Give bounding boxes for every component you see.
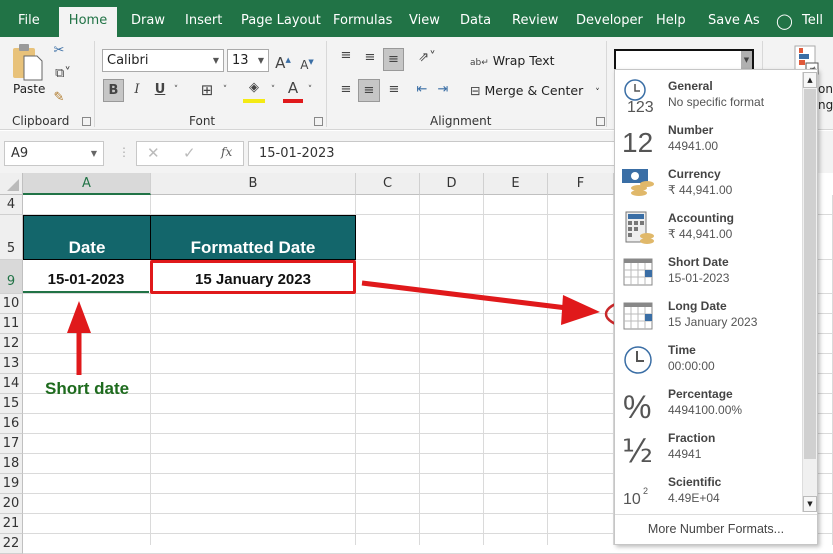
number-format-sample: 44941 xyxy=(668,447,702,461)
number-icon: 12 xyxy=(621,122,657,158)
currency-icon xyxy=(621,166,657,202)
svg-text:10: 10 xyxy=(623,491,641,508)
scientific-icon: 10 2 xyxy=(621,474,657,510)
number-format-option-time[interactable]: Time 00:00:00 xyxy=(615,338,801,382)
number-format-title: Fraction xyxy=(668,431,716,445)
dropdown-scrollbar[interactable]: ▲ ▼ xyxy=(802,72,817,512)
number-format-option-scientific[interactable]: 10 2 Scientific 4.49E+04 xyxy=(615,470,801,514)
number-format-option-long-date[interactable]: Long Date 15 January 2023 xyxy=(615,294,801,338)
number-format-option-percentage[interactable]: % Percentage 4494100.00% xyxy=(615,382,801,426)
number-format-option-currency[interactable]: Currency ₹ 44,941.00 xyxy=(615,162,801,206)
scroll-up-icon[interactable]: ▲ xyxy=(803,72,817,88)
general-icon: 123 xyxy=(621,78,657,116)
number-format-sample: 4.49E+04 xyxy=(668,491,720,505)
svg-text:12: 12 xyxy=(622,127,653,158)
percent-icon: % xyxy=(621,386,657,425)
number-format-title: Accounting xyxy=(668,211,734,225)
scroll-down-icon[interactable]: ▼ xyxy=(803,496,817,512)
number-format-sample: ₹ 44,941.00 xyxy=(668,227,733,241)
svg-text:%: % xyxy=(623,389,651,422)
number-format-title: Long Date xyxy=(668,299,727,313)
number-format-sample: 00:00:00 xyxy=(668,359,715,373)
number-format-option-number[interactable]: 12 Number 44941.00 xyxy=(615,118,801,162)
svg-text:123: 123 xyxy=(627,99,654,114)
number-format-option-accounting[interactable]: Accounting ₹ 44,941.00 xyxy=(615,206,801,250)
up-arrow-icon xyxy=(67,301,91,375)
number-format-sample: No specific format xyxy=(668,95,765,109)
number-format-sample: 15 January 2023 xyxy=(668,315,758,329)
svg-text:½: ½ xyxy=(622,432,653,466)
calendar-icon xyxy=(621,254,657,290)
number-format-sample: 4494100.00% xyxy=(668,403,743,417)
number-format-dropdown: 123 General No specific format 12 Number 4494… xyxy=(614,69,818,545)
number-format-sample: ₹ 44,941.00 xyxy=(668,183,733,197)
scroll-thumb[interactable] xyxy=(804,89,816,459)
number-format-title: Percentage xyxy=(668,387,733,401)
number-format-sample: 44941.00 xyxy=(668,139,719,153)
calendar-icon xyxy=(621,298,657,334)
more-number-formats-link[interactable]: More Number Formats... xyxy=(615,514,817,544)
number-format-option-fraction[interactable]: ½ Fraction 44941 xyxy=(615,426,801,470)
right-arrow-icon xyxy=(361,280,600,325)
clock-icon xyxy=(621,342,657,378)
number-format-title: Time xyxy=(668,343,696,357)
accounting-icon xyxy=(621,210,657,246)
number-format-sample: 15-01-2023 xyxy=(668,271,730,285)
number-format-title: Short Date xyxy=(668,255,729,269)
number-format-option-short-date[interactable]: Short Date 15-01-2023 xyxy=(615,250,801,294)
number-format-title: Number xyxy=(668,123,714,137)
number-format-title: General xyxy=(668,79,713,93)
number-format-title: Scientific xyxy=(668,475,722,489)
svg-text:2: 2 xyxy=(643,486,648,496)
number-format-title: Currency xyxy=(668,167,721,181)
fraction-icon: ½ xyxy=(621,430,657,470)
number-format-option-general[interactable]: 123 General No specific format xyxy=(615,74,801,118)
